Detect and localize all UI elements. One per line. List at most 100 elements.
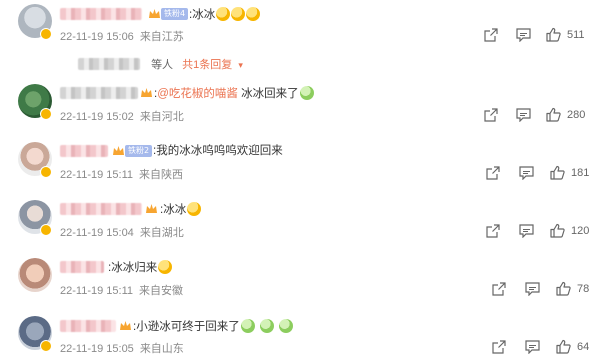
- reply-summary: 等人 共1条回复 ▾: [78, 56, 243, 72]
- comment-location: 来自安徽: [138, 285, 183, 297]
- thumbs-up-icon: [546, 27, 561, 42]
- share-button[interactable]: [486, 224, 501, 238]
- like-button[interactable]: 280: [546, 107, 585, 122]
- comment-button[interactable]: [516, 108, 531, 122]
- share-icon: [486, 166, 500, 180]
- share-button[interactable]: [492, 282, 507, 296]
- emoji-icon: [299, 86, 314, 100]
- emoji-icon: [278, 319, 293, 333]
- avatar[interactable]: [18, 258, 52, 292]
- share-icon: [484, 108, 498, 122]
- comment-button[interactable]: [525, 340, 540, 354]
- comment-location: 来自陕西: [138, 169, 183, 181]
- username[interactable]: [60, 203, 142, 215]
- username[interactable]: [60, 261, 104, 273]
- username[interactable]: [60, 87, 138, 99]
- comment-button[interactable]: [519, 166, 534, 180]
- comment-text: :冰冰归来: [108, 260, 173, 275]
- crown-icon: [120, 321, 131, 330]
- comment-location: 来自河北: [139, 111, 184, 123]
- comment-location: 来自江苏: [139, 31, 184, 43]
- comment-location: 来自湖北: [139, 227, 184, 239]
- share-icon: [492, 282, 506, 296]
- verified-badge-icon: [40, 28, 52, 40]
- like-button[interactable]: 511: [546, 27, 585, 42]
- comment-date: 22-11-19 15:06: [60, 31, 134, 43]
- emoji-icon: [158, 260, 173, 274]
- emoji-icon: [259, 319, 274, 333]
- comment-icon: [519, 224, 534, 238]
- crown-icon: [113, 146, 124, 155]
- comment-text-body: :冰冰: [189, 9, 216, 21]
- verified-badge-icon: [40, 340, 52, 352]
- comment-icon: [525, 282, 540, 296]
- share-icon: [484, 28, 498, 42]
- like-count: 120: [571, 224, 590, 237]
- emoji-icon: [216, 7, 231, 21]
- share-button[interactable]: [486, 166, 501, 180]
- like-count: 78: [577, 282, 590, 295]
- comment-text-body: :我的冰冰呜呜呜欢迎回来: [153, 145, 283, 157]
- comment-button[interactable]: [519, 224, 534, 238]
- comment-date: 22-11-19 15:11: [60, 285, 133, 297]
- fan-badge: 铁粉4: [161, 8, 189, 20]
- thumbs-up-icon: [556, 281, 571, 296]
- like-button[interactable]: 120: [550, 223, 589, 238]
- fan-badge: 铁粉2: [125, 145, 153, 157]
- comment-icon: [525, 340, 540, 354]
- comment-location: 来自山东: [139, 343, 184, 355]
- comment-item: 铁粉4 :冰冰 22-11-19 15:06 来自江苏 511: [0, 0, 600, 50]
- username[interactable]: [60, 145, 108, 157]
- comment-text-body: :小逊冰可终于回来了: [133, 321, 240, 333]
- comment-button[interactable]: [525, 282, 540, 296]
- emoji-icon: [246, 7, 261, 21]
- share-button[interactable]: [492, 340, 507, 354]
- thumbs-up-icon: [556, 339, 571, 354]
- comment-icon: [516, 108, 531, 122]
- comment-text: :我的冰冰呜呜呜欢迎回来: [153, 144, 283, 158]
- like-count: 181: [571, 166, 590, 179]
- comment-text-body: :冰冰归来: [108, 262, 158, 274]
- comment-meta: 22-11-19 15:06 来自江苏: [60, 28, 184, 44]
- comment-date: 22-11-19 15:05: [60, 343, 134, 355]
- thumbs-up-icon: [550, 165, 565, 180]
- like-button[interactable]: 181: [550, 165, 589, 180]
- verified-badge-icon: [40, 108, 52, 120]
- comment-date: 22-11-19 15:04: [60, 227, 134, 239]
- comment-icon: [516, 28, 531, 42]
- share-button[interactable]: [484, 108, 499, 122]
- share-button[interactable]: [484, 28, 499, 42]
- replier-names: [78, 58, 140, 70]
- view-replies-link[interactable]: 共1条回复: [182, 59, 232, 71]
- comment-meta: 22-11-19 15:05 来自山东: [60, 340, 184, 356]
- verified-badge-icon: [40, 224, 52, 236]
- comment-meta: 22-11-19 15:11 来自安徽: [60, 282, 183, 298]
- comment-text: :冰冰: [160, 202, 202, 217]
- chevron-down-icon[interactable]: ▾: [238, 60, 243, 70]
- like-count: 64: [577, 340, 590, 353]
- like-count: 511: [567, 28, 585, 41]
- comment-button[interactable]: [516, 28, 531, 42]
- emoji-icon: [187, 202, 202, 216]
- comment-date: 22-11-19 15:02: [60, 111, 134, 123]
- emoji-icon: [231, 7, 246, 21]
- username[interactable]: [60, 8, 142, 20]
- verified-badge-icon: [40, 166, 52, 178]
- comment-item: :@吃花椒的喵酱 冰冰回来了 22-11-19 15:02 来自河北 280: [0, 78, 600, 128]
- like-button[interactable]: 64: [556, 339, 589, 354]
- like-button[interactable]: 78: [556, 281, 589, 296]
- reply-prefix: 等人: [151, 59, 174, 71]
- thumbs-up-icon: [550, 223, 565, 238]
- comment-item: :小逊冰可终于回来了 22-11-19 15:05 来自山东 64: [0, 310, 600, 358]
- share-icon: [486, 224, 500, 238]
- username[interactable]: [60, 320, 116, 332]
- thumbs-up-icon: [546, 107, 561, 122]
- comment-meta: 22-11-19 15:04 来自湖北: [60, 224, 184, 240]
- crown-icon: [146, 204, 157, 213]
- comment-text: :@吃花椒的喵酱 冰冰回来了: [154, 86, 314, 101]
- mention-link[interactable]: @吃花椒的喵酱: [157, 88, 238, 100]
- comment-item: 铁粉2 :我的冰冰呜呜呜欢迎回来 22-11-19 15:11 来自陕西 181: [0, 136, 600, 186]
- comment-item: :冰冰归来 22-11-19 15:11 来自安徽 78: [0, 252, 600, 302]
- crown-icon: [149, 9, 160, 18]
- like-count: 280: [567, 108, 586, 121]
